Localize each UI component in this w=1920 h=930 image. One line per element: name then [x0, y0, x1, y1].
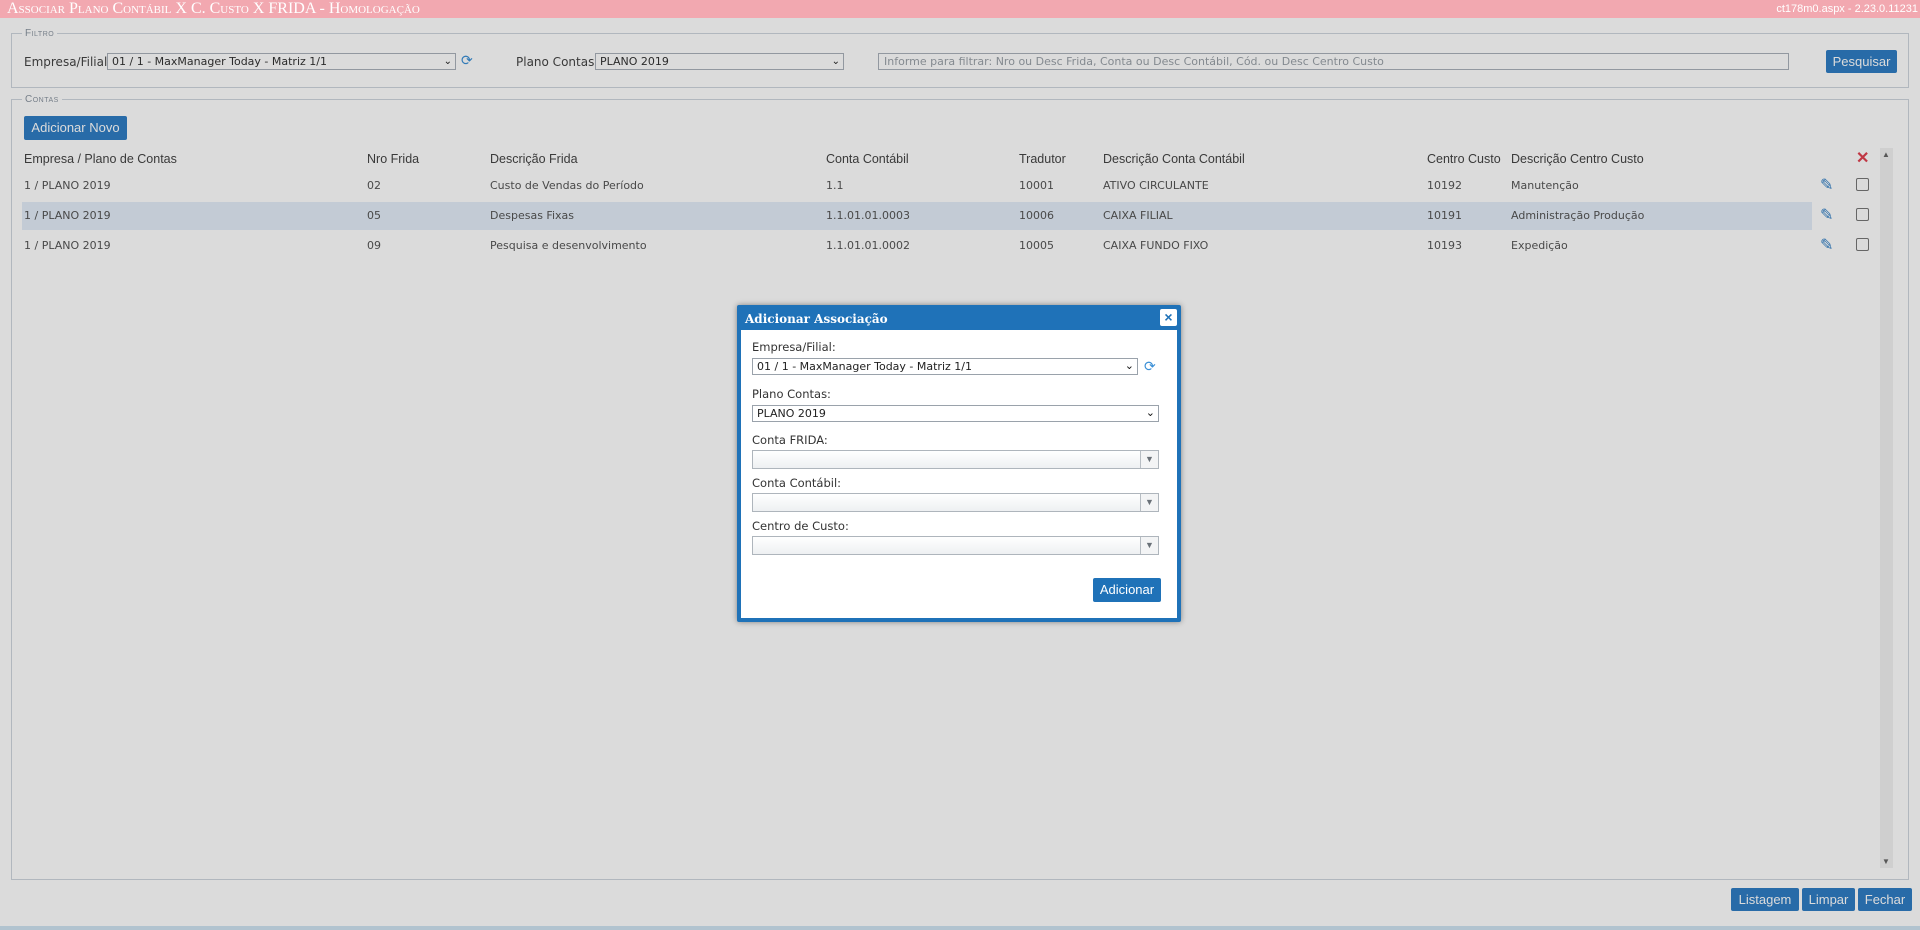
dropdown-arrow-icon[interactable]: ▼ [1140, 494, 1158, 511]
dialog-plano-select[interactable]: PLANO 2019 ⌄ [752, 405, 1159, 422]
dialog-plano-value: PLANO 2019 [757, 407, 826, 420]
dialog-body: Empresa/Filial: 01 / 1 - MaxManager Toda… [741, 330, 1177, 618]
conta-contabil-combobox[interactable]: ▼ [752, 493, 1159, 512]
chevron-down-icon: ⌄ [1145, 406, 1155, 419]
dropdown-arrow-icon[interactable]: ▼ [1140, 537, 1158, 554]
refresh-icon[interactable]: ⟳ [1144, 359, 1158, 373]
dialog-plano-label: Plano Contas: [752, 387, 831, 401]
version-label: ct178m0.aspx - 2.23.0.11231 [1776, 3, 1918, 15]
chevron-down-icon: ⌄ [1124, 359, 1134, 372]
dialog-add-button[interactable]: Adicionar [1093, 578, 1161, 602]
dialog-empresa-value: 01 / 1 - MaxManager Today - Matriz 1/1 [757, 360, 972, 373]
centro-custo-combobox[interactable]: ▼ [752, 536, 1159, 555]
add-association-dialog: Adicionar Associação × Empresa/Filial: 0… [737, 305, 1181, 622]
dialog-frida-label: Conta FRIDA: [752, 433, 828, 447]
conta-frida-combobox[interactable]: ▼ [752, 450, 1159, 469]
page: Associar Plano Contábil X C. Custo X FRI… [0, 0, 1920, 930]
dialog-contabil-label: Conta Contábil: [752, 476, 842, 490]
title-bar: Associar Plano Contábil X C. Custo X FRI… [0, 0, 1920, 18]
dialog-empresa-select[interactable]: 01 / 1 - MaxManager Today - Matriz 1/1 ⌄ [752, 358, 1138, 375]
window-title: Associar Plano Contábil X C. Custo X FRI… [7, 0, 420, 17]
dialog-title: Adicionar Associação [745, 312, 888, 326]
dropdown-arrow-icon[interactable]: ▼ [1140, 451, 1158, 468]
dialog-empresa-label: Empresa/Filial: [752, 340, 836, 354]
close-icon[interactable]: × [1160, 309, 1177, 326]
dialog-centro-label: Centro de Custo: [752, 519, 849, 533]
